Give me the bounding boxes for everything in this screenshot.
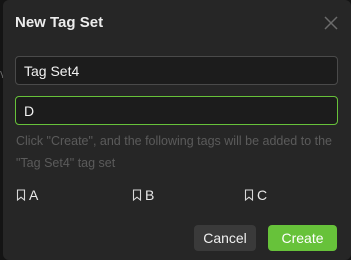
new-tag-set-dialog: New Tag Set Click "Create", and the foll… [3,0,351,260]
bookmark-icon [16,189,26,201]
tag-label: B [145,187,155,203]
bookmark-icon [132,189,142,201]
tag-preview-a: A [16,186,38,204]
create-button[interactable]: Create [268,225,337,251]
tag-preview-b: B [132,186,154,204]
tags-input[interactable] [15,96,338,125]
tag-set-name-input[interactable] [15,56,338,85]
close-button[interactable] [321,13,341,33]
tag-label: C [257,187,268,203]
dialog-title: New Tag Set [15,14,104,31]
tag-label: A [29,187,39,203]
create-hint-text: Click "Create", and the following tags w… [16,134,332,170]
bookmark-icon [244,189,254,201]
tag-preview-c: C [244,186,267,204]
cancel-button[interactable]: Cancel [194,225,256,251]
close-icon [324,16,338,30]
